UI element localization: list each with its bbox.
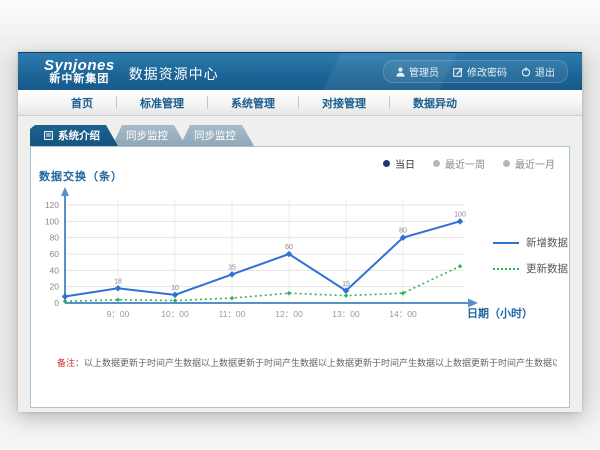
chart-y-axis-title: 数据交换（条） bbox=[39, 168, 123, 184]
nav-item-standard-mgmt[interactable]: 标准管理 bbox=[117, 90, 207, 115]
svg-text:18: 18 bbox=[114, 278, 122, 285]
chart-plot: 0 20 40 60 80 100 120 9：00 10：00 11：00 12：00 13：00 1… bbox=[31, 183, 501, 328]
page-title: 数据资源中心 bbox=[129, 64, 219, 84]
svg-text:20: 20 bbox=[50, 282, 60, 292]
svg-text:14：00: 14：00 bbox=[389, 309, 417, 319]
nav-item-data-change[interactable]: 数据异动 bbox=[390, 90, 480, 115]
svg-text:60: 60 bbox=[50, 249, 60, 259]
logo-en-text: Synjones bbox=[44, 58, 115, 74]
edit-icon bbox=[453, 67, 463, 77]
radio-dot bbox=[433, 160, 440, 167]
logo-cn-text: 新中新集团 bbox=[44, 74, 115, 86]
legend-solid-line-swatch bbox=[493, 242, 519, 244]
chart-x-axis-title: 日期（小时） bbox=[467, 305, 533, 321]
legend-item-new-data: 新增数据 bbox=[493, 235, 568, 250]
radio-dot bbox=[383, 160, 390, 167]
radio-label: 最近一月 bbox=[515, 156, 555, 171]
radio-dot bbox=[503, 160, 510, 167]
tab-sync-monitor-2[interactable]: 同步监控 bbox=[180, 125, 254, 146]
svg-text:80: 80 bbox=[399, 228, 407, 235]
nav-item-interface-mgmt[interactable]: 对接管理 bbox=[299, 90, 389, 115]
svg-text:100: 100 bbox=[454, 211, 466, 218]
svg-text:0: 0 bbox=[54, 298, 59, 308]
nav-item-system-mgmt[interactable]: 系统管理 bbox=[208, 90, 298, 115]
svg-text:13：00: 13：00 bbox=[332, 309, 360, 319]
svg-text:9：00: 9：00 bbox=[107, 309, 130, 319]
svg-text:60: 60 bbox=[285, 244, 293, 251]
footnote: 备注：以上数据更新于时间产生数据以上数据更新于时间产生数据以上数据更新于时间产生… bbox=[57, 356, 557, 369]
svg-text:100: 100 bbox=[45, 216, 59, 226]
svg-text:35: 35 bbox=[228, 264, 236, 271]
nav-item-home[interactable]: 首页 bbox=[48, 90, 116, 115]
svg-text:10：00: 10：00 bbox=[161, 309, 189, 319]
legend-dotted-line-swatch bbox=[493, 268, 519, 270]
content-area: 系统介绍 同步监控 同步监控 当日 最近一周 bbox=[18, 116, 582, 412]
company-logo: Synjones 新中新集团 bbox=[44, 58, 115, 85]
svg-text:12：00: 12：00 bbox=[275, 309, 303, 319]
legend-label: 更新数据 bbox=[526, 261, 568, 276]
radio-label: 当日 bbox=[395, 156, 415, 171]
svg-text:15: 15 bbox=[342, 281, 350, 288]
current-user-button[interactable]: 管理员 bbox=[396, 64, 439, 79]
user-icon bbox=[396, 67, 405, 77]
tab-sync-monitor-1[interactable]: 同步监控 bbox=[112, 125, 186, 146]
svg-text:10: 10 bbox=[171, 285, 179, 292]
legend-label: 新增数据 bbox=[526, 235, 568, 250]
legend-item-updated-data: 更新数据 bbox=[493, 261, 568, 276]
chart-legend: 新增数据 更新数据 bbox=[493, 235, 568, 276]
tab-label: 系统介绍 bbox=[58, 128, 100, 143]
svg-text:11：00: 11：00 bbox=[219, 309, 246, 319]
user-name-label: 管理员 bbox=[409, 64, 439, 79]
user-menu: 管理员 修改密码 退出 bbox=[383, 60, 568, 83]
footnote-text: ：以上数据更新于时间产生数据以上数据更新于时间产生数据以上数据更新于时间产生数据… bbox=[75, 358, 557, 368]
app-header: Synjones 新中新集团 数据资源中心 管理员 修改密码 退出 bbox=[18, 52, 582, 90]
document-icon bbox=[44, 131, 53, 140]
tab-label: 同步监控 bbox=[126, 128, 168, 143]
logout-button[interactable]: 退出 bbox=[521, 64, 555, 79]
change-password-button[interactable]: 修改密码 bbox=[453, 64, 507, 79]
footnote-label: 备注 bbox=[57, 358, 75, 368]
radio-last-month[interactable]: 最近一月 bbox=[503, 156, 555, 171]
svg-text:120: 120 bbox=[45, 200, 59, 210]
app-window: Synjones 新中新集团 数据资源中心 管理员 修改密码 退出 首页 标准管… bbox=[18, 52, 582, 412]
logout-label: 退出 bbox=[535, 64, 555, 79]
radio-last-week[interactable]: 最近一周 bbox=[433, 156, 485, 171]
change-password-label: 修改密码 bbox=[467, 64, 507, 79]
tab-bar: 系统介绍 同步监控 同步监控 bbox=[30, 125, 582, 146]
svg-text:80: 80 bbox=[50, 233, 60, 243]
tab-label: 同步监控 bbox=[194, 128, 236, 143]
chart-panel: 当日 最近一周 最近一月 数据交换（条） 0 20 40 60 80 100 120 9：00… bbox=[30, 146, 570, 408]
main-nav: 首页 标准管理 系统管理 对接管理 数据异动 bbox=[18, 90, 582, 116]
power-icon bbox=[521, 67, 531, 77]
tab-system-intro[interactable]: 系统介绍 bbox=[30, 125, 118, 146]
radio-label: 最近一周 bbox=[445, 156, 485, 171]
radio-today[interactable]: 当日 bbox=[383, 156, 415, 171]
svg-text:40: 40 bbox=[50, 265, 60, 275]
time-range-filter: 当日 最近一周 最近一月 bbox=[383, 156, 555, 171]
